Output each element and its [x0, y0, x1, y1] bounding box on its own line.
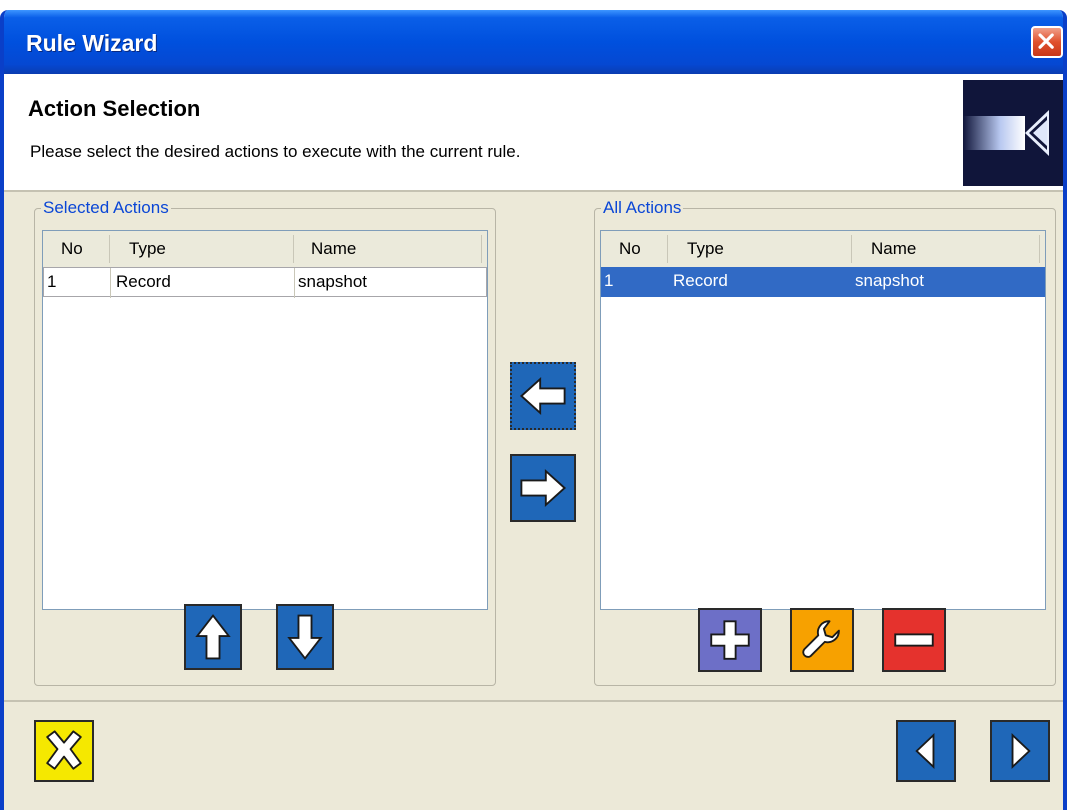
triangle-left-icon — [915, 732, 935, 770]
camera-logo — [963, 80, 1063, 186]
column-header-type[interactable]: Type — [687, 239, 724, 259]
triangle-right-icon — [1011, 732, 1031, 770]
cell-type: Record — [673, 271, 728, 290]
edit-action-button[interactable] — [790, 608, 854, 672]
title-bar: Rule Wizard — [4, 10, 1063, 74]
column-header-name[interactable]: Name — [311, 239, 356, 259]
wrench-icon — [802, 620, 840, 658]
page-title: Action Selection — [28, 96, 201, 121]
selected-actions-header: No Type Name — [43, 231, 487, 268]
move-up-button[interactable] — [184, 604, 242, 670]
add-to-selected-button[interactable] — [510, 362, 576, 430]
plus-icon — [710, 620, 750, 660]
all-actions-header: No Type Name — [601, 231, 1045, 268]
close-icon — [1038, 33, 1054, 49]
footer-divider — [4, 700, 1063, 702]
add-action-button[interactable] — [698, 608, 762, 672]
cancel-button[interactable] — [34, 720, 94, 782]
selected-actions-list[interactable]: No Type Name 1 Record snapshot — [42, 230, 488, 610]
camera-icon — [963, 110, 1049, 156]
window-title: Rule Wizard — [26, 30, 158, 56]
cell-type: Record — [116, 272, 171, 291]
next-button[interactable] — [990, 720, 1050, 782]
cell-no: 1 — [604, 271, 614, 290]
cell-no: 1 — [47, 272, 57, 291]
cell-name: snapshot — [298, 272, 367, 291]
arrow-left-icon — [519, 376, 566, 416]
rule-wizard-window: Rule Wizard Action Selection Please sele… — [0, 10, 1067, 810]
wizard-header: Action Selection Please select the desir… — [4, 74, 1063, 192]
arrow-right-icon — [520, 468, 567, 508]
page-subtitle: Please select the desired actions to exe… — [30, 142, 521, 161]
minus-icon — [894, 633, 934, 647]
all-actions-list[interactable]: No Type Name 1 Record snapshot — [600, 230, 1046, 610]
column-header-type[interactable]: Type — [129, 239, 166, 259]
arrow-down-icon — [287, 614, 323, 660]
arrow-up-icon — [195, 614, 231, 660]
all-actions-legend: All Actions — [603, 198, 682, 217]
remove-action-button[interactable] — [882, 608, 946, 672]
close-button[interactable] — [1031, 26, 1063, 58]
back-button[interactable] — [896, 720, 956, 782]
column-header-no[interactable]: No — [619, 239, 641, 259]
table-row[interactable]: 1 Record snapshot — [43, 267, 487, 298]
table-row[interactable]: 1 Record snapshot — [601, 267, 1045, 297]
move-down-button[interactable] — [276, 604, 334, 670]
selected-actions-legend: Selected Actions — [43, 198, 169, 217]
x-icon — [46, 730, 82, 770]
column-header-no[interactable]: No — [61, 239, 83, 259]
remove-from-selected-button[interactable] — [510, 454, 576, 522]
column-header-name[interactable]: Name — [871, 239, 916, 259]
cell-name: snapshot — [855, 271, 924, 290]
